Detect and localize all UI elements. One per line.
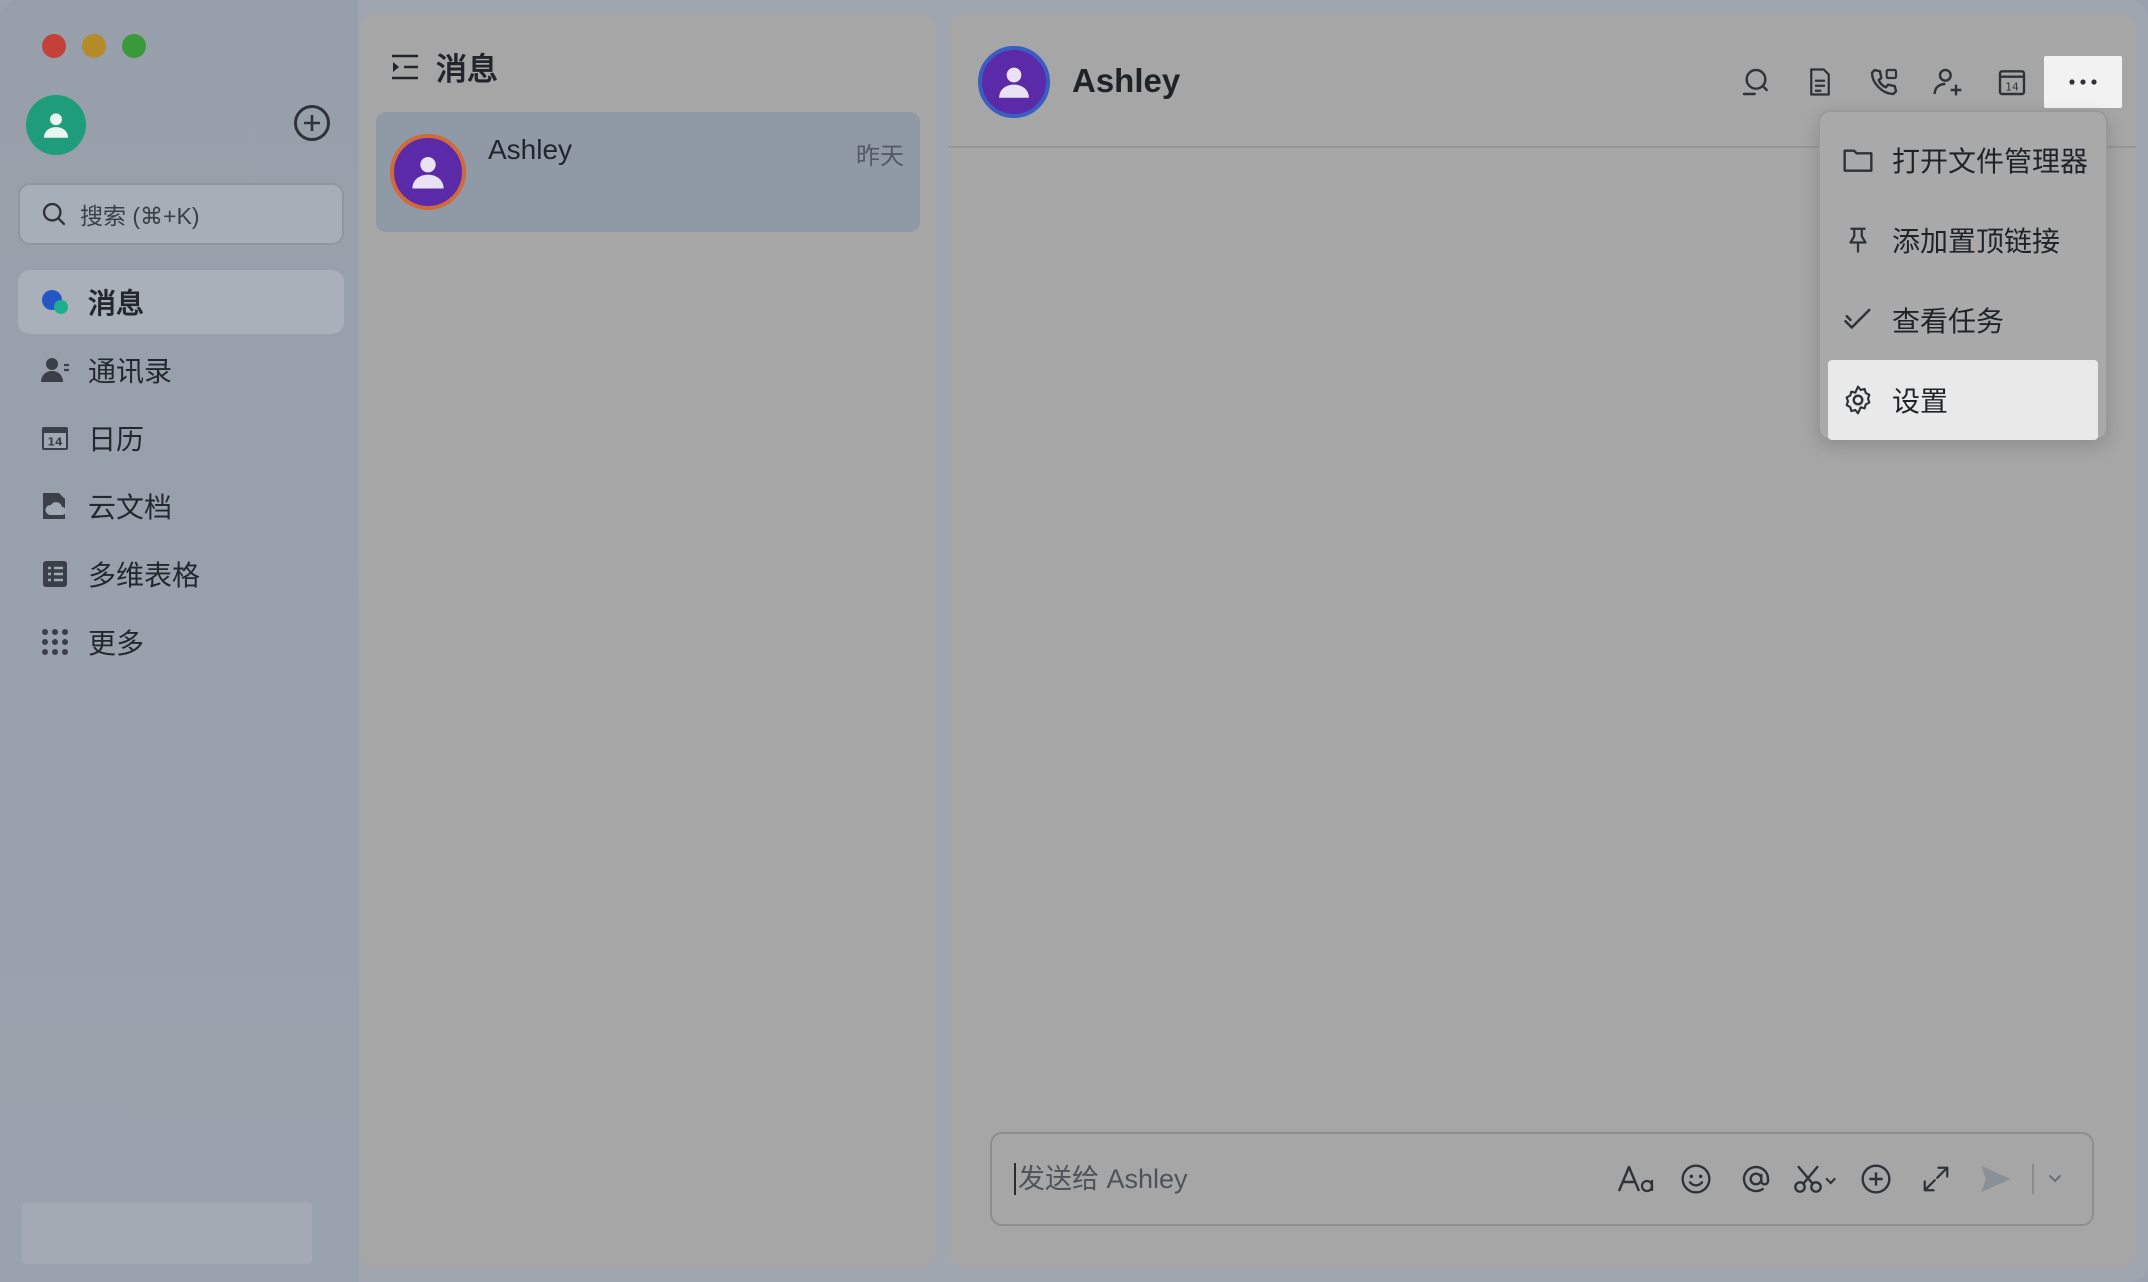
sidebar-item-calendar[interactable]: 14 日历 — [18, 406, 344, 470]
cloud-docs-icon — [40, 491, 70, 521]
more-icon — [2069, 79, 2097, 85]
search-placeholder: 搜索 (⌘+K) — [80, 203, 200, 229]
document-icon — [1810, 68, 1830, 96]
send-options-button[interactable] — [2040, 1153, 2070, 1205]
add-member-icon — [1933, 68, 1962, 96]
calendar-icon: 14 — [40, 423, 70, 453]
sidebar-item-cloud-docs[interactable]: 云文档 — [18, 474, 344, 538]
more-button[interactable] — [2044, 56, 2122, 108]
user-icon — [412, 156, 444, 189]
send-divider — [2032, 1164, 2034, 1194]
list-header: 消息 — [390, 44, 498, 89]
menu-item-label: 设置 — [1892, 386, 1949, 417]
sidebar-nav: 消息 通讯录 14 日历 云文档 多维表格 更多 — [18, 270, 344, 678]
app-window: 搜索 (⌘+K) 消息 通讯录 14 日历 云文档 多维表格 更多 消息 Ash… — [0, 0, 2148, 1282]
close-window-button[interactable] — [42, 34, 66, 58]
sidebar-item-label: 日历 — [88, 424, 145, 455]
conversation-name: Ashley — [488, 134, 573, 165]
minimize-window-button[interactable] — [82, 34, 106, 58]
message-composer — [990, 1132, 2094, 1226]
screenshot-button[interactable] — [1786, 1153, 1846, 1205]
menu-item-label: 打开文件管理器 — [1892, 146, 2089, 177]
send-button[interactable] — [1966, 1153, 2026, 1205]
format-text-button[interactable] — [1606, 1153, 1666, 1205]
scissors-icon — [1794, 1165, 1836, 1193]
plus-circle-icon — [1861, 1164, 1891, 1194]
sidebar-item-label: 云文档 — [88, 492, 173, 523]
calendar-icon: 14 — [1998, 70, 2026, 96]
chat-search-button[interactable] — [1724, 56, 1788, 108]
at-mention-icon — [1742, 1165, 1770, 1193]
collapse-list-icon[interactable] — [390, 53, 420, 81]
chevron-down-icon — [2049, 1175, 2061, 1183]
sidebar-footer — [22, 1202, 312, 1264]
user-icon — [43, 113, 69, 138]
schedule-button[interactable]: 14 — [1980, 56, 2044, 108]
sidebar-item-label: 更多 — [88, 628, 145, 659]
conversation-item-ashley[interactable]: Ashley 昨天 — [376, 112, 920, 232]
menu-item-label: 添加置顶链接 — [1892, 226, 2061, 257]
sidebar-item-more[interactable]: 更多 — [18, 610, 344, 674]
gear-icon — [1845, 385, 1871, 415]
menu-item-settings[interactable]: 设置 — [1828, 360, 2098, 440]
conversation-time: 昨天 — [856, 143, 904, 170]
sidebar: 搜索 (⌘+K) 消息 通讯录 14 日历 云文档 多维表格 更多 — [0, 0, 358, 1282]
mention-button[interactable] — [1726, 1153, 1786, 1205]
sidebar-item-label: 多维表格 — [88, 560, 201, 591]
traffic-lights — [42, 34, 146, 58]
user-icon — [999, 67, 1029, 98]
send-icon — [1981, 1165, 2011, 1193]
add-member-button[interactable] — [1916, 56, 1980, 108]
svg-text:14: 14 — [47, 436, 63, 449]
pin-icon — [1849, 227, 1867, 253]
chat-title: Ashley — [1072, 62, 1181, 99]
chat-docs-button[interactable] — [1788, 56, 1852, 108]
base-table-icon — [40, 559, 70, 589]
plus-circle-icon — [304, 115, 320, 131]
messages-icon — [40, 287, 70, 317]
list-title: 消息 — [436, 52, 498, 87]
text-format-icon — [1617, 1165, 1654, 1193]
phone-call-icon — [1870, 68, 1898, 96]
menu-item-view-tasks[interactable]: 查看任务 — [1828, 280, 2098, 360]
sidebar-item-base[interactable]: 多维表格 — [18, 542, 344, 606]
expand-composer-button[interactable] — [1906, 1153, 1966, 1205]
search-box[interactable]: 搜索 (⌘+K) — [18, 183, 344, 245]
menu-item-add-pinned-link[interactable]: 添加置顶链接 — [1828, 200, 2098, 280]
emoji-button[interactable] — [1666, 1153, 1726, 1205]
call-button[interactable] — [1852, 56, 1916, 108]
chat-toolbar: 14 — [1724, 56, 2136, 108]
contacts-icon — [40, 355, 70, 385]
menu-item-open-file-manager[interactable]: 打开文件管理器 — [1828, 120, 2098, 200]
zoom-window-button[interactable] — [122, 34, 146, 58]
sidebar-item-contacts[interactable]: 通讯录 — [18, 338, 344, 402]
my-avatar[interactable] — [26, 95, 86, 155]
conversation-list-panel: 消息 Ashley 昨天 — [360, 14, 936, 1268]
emoji-icon — [1681, 1164, 1711, 1194]
folder-icon — [1843, 149, 1873, 172]
search-icon — [42, 202, 66, 226]
sidebar-item-messages[interactable]: 消息 — [18, 270, 344, 334]
attach-more-button[interactable] — [1846, 1153, 1906, 1205]
sidebar-item-label: 消息 — [88, 288, 145, 319]
message-input[interactable] — [1014, 1163, 1606, 1195]
calendar-day: 14 — [2005, 81, 2019, 94]
add-button[interactable] — [294, 105, 330, 141]
menu-item-label: 查看任务 — [1892, 306, 2005, 337]
contact-avatar — [390, 134, 466, 210]
chat-avatar[interactable] — [978, 46, 1050, 118]
more-menu: 打开文件管理器 添加置顶链接 查看任务 设置 — [1818, 110, 2108, 440]
task-check-icon — [1844, 308, 1871, 329]
composer-toolbar — [1606, 1153, 2092, 1205]
search-icon — [1742, 68, 1768, 96]
sidebar-item-label: 通讯录 — [88, 356, 173, 387]
grid-more-icon — [40, 627, 70, 657]
expand-icon — [1923, 1166, 1949, 1192]
